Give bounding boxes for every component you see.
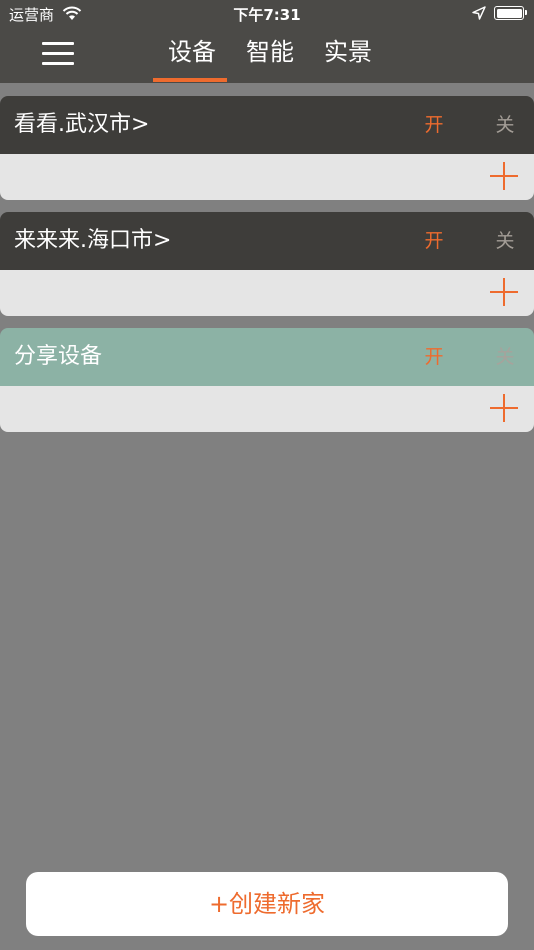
tab-smart[interactable]: 智能 xyxy=(231,36,309,83)
hamburger-menu-icon[interactable] xyxy=(42,40,74,68)
all-off-button[interactable]: 关 xyxy=(491,112,519,138)
home-title[interactable]: 来来来.海口市> xyxy=(14,225,171,257)
battery-icon xyxy=(494,6,527,20)
clock: 下午7:31 xyxy=(233,6,301,24)
home-card-body xyxy=(0,270,534,316)
tab-scenes[interactable]: 实景 xyxy=(309,36,387,83)
home-card-shared-devices: 分享设备 开 关 xyxy=(0,328,534,432)
home-card-haikou: 来来来.海口市> 开 关 xyxy=(0,212,534,316)
nav-tabs: 设备 智能 实景 xyxy=(153,36,387,83)
location-arrow-icon xyxy=(472,6,486,20)
plus-icon[interactable] xyxy=(490,394,518,422)
all-on-button[interactable]: 开 xyxy=(420,228,448,254)
home-card-header: 分享设备 开 关 xyxy=(0,328,534,386)
create-new-home-button[interactable]: +创建新家 xyxy=(26,872,508,936)
all-on-button[interactable]: 开 xyxy=(420,344,448,370)
plus-icon[interactable] xyxy=(490,162,518,190)
all-on-button[interactable]: 开 xyxy=(420,112,448,138)
top-bar: 运营商 下午7:31 设备 智能 实景 xyxy=(0,0,534,83)
all-off-button[interactable]: 关 xyxy=(491,344,519,370)
plus-icon[interactable] xyxy=(490,278,518,306)
home-title[interactable]: 看看.武汉市> xyxy=(14,109,149,141)
home-card-header: 来来来.海口市> 开 关 xyxy=(0,212,534,270)
home-card-body xyxy=(0,386,534,432)
tab-devices[interactable]: 设备 xyxy=(153,36,231,83)
all-off-button[interactable]: 关 xyxy=(491,228,519,254)
home-card-wuhan: 看看.武汉市> 开 关 xyxy=(0,96,534,200)
home-title[interactable]: 分享设备 xyxy=(14,341,102,373)
status-bar: 运营商 下午7:31 xyxy=(0,0,534,28)
home-card-header: 看看.武汉市> 开 关 xyxy=(0,96,534,154)
home-card-body xyxy=(0,154,534,200)
